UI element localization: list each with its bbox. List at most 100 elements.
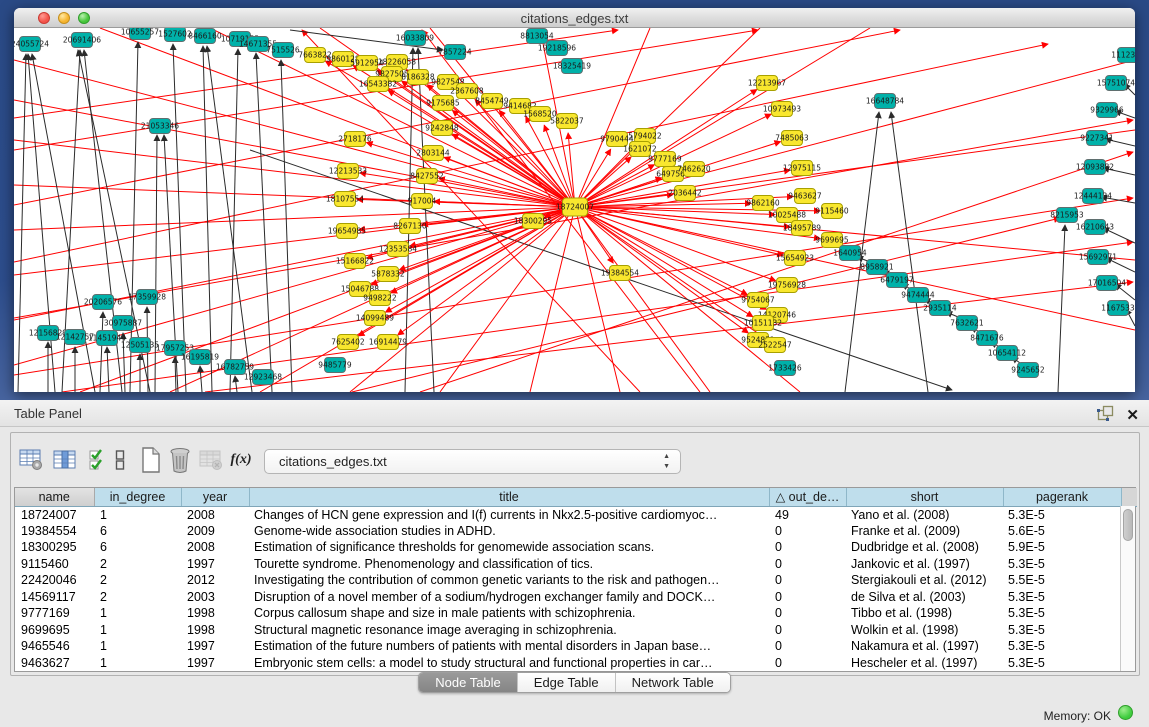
- graph-node-label: 1733426: [768, 364, 802, 373]
- graph-node-label: 9329966: [1090, 106, 1124, 115]
- graph-node-label: 24055724: [14, 40, 49, 49]
- graph-node-label: 8427552: [410, 172, 444, 181]
- function-builder-icon[interactable]: f(x): [227, 445, 255, 475]
- column-header-short[interactable]: short: [846, 488, 1003, 506]
- delete-column-icon[interactable]: [197, 445, 225, 475]
- column-header-in_degree[interactable]: in_degree: [94, 488, 181, 506]
- graph-node-label: 18226058: [378, 58, 416, 67]
- graph-node-label: 9754067: [741, 296, 775, 305]
- graph-edge-black[interactable]: [256, 53, 272, 392]
- new-table-icon[interactable]: [137, 445, 165, 475]
- graph-edge-black[interactable]: [100, 312, 103, 392]
- table-select-dropdown[interactable]: citations_edges.txt ▲▼: [264, 449, 681, 474]
- graph-node-label: 17359928: [128, 293, 166, 302]
- table-cell: 2009: [181, 523, 249, 540]
- graph-edge-red[interactable]: [575, 90, 757, 207]
- graph-edge-black[interactable]: [155, 135, 157, 392]
- graph-edge-black[interactable]: [281, 60, 292, 392]
- graph-node-label: 18107554: [326, 195, 364, 204]
- table-vertical-scrollbar[interactable]: [1120, 506, 1135, 671]
- column-header-title[interactable]: title: [249, 488, 769, 506]
- graph-node-label: 15166822: [336, 257, 374, 266]
- graph-edge-red[interactable]: [575, 207, 753, 317]
- graph-node-label: 20206576: [84, 298, 122, 307]
- graph-node-label: 9777169: [648, 155, 682, 164]
- float-panel-icon[interactable]: [1097, 405, 1114, 426]
- column-header-name[interactable]: name: [15, 488, 94, 506]
- table-row[interactable]: 1872400712008Changes of HCN gene express…: [15, 506, 1137, 523]
- node-table: namein_degreeyeartitle△ out_de…shortpage…: [14, 487, 1136, 672]
- table-row[interactable]: 911546021997Tourette syndrome. Phenomeno…: [15, 556, 1137, 573]
- table-row[interactable]: 969969511998Structural magnetic resonanc…: [15, 622, 1137, 639]
- network-view-canvas[interactable]: 9860128591295418226058982750516543382818…: [14, 28, 1135, 392]
- table-cell: 0: [769, 605, 846, 622]
- graph-node-label: 2718176: [338, 135, 372, 144]
- table-row[interactable]: 2242004622012Investigating the contribut…: [15, 572, 1137, 589]
- table-cell: 0: [769, 638, 846, 655]
- graph-edge-black[interactable]: [18, 54, 26, 392]
- graph-edge-black[interactable]: [203, 46, 212, 392]
- graph-node-label: 2935114: [923, 304, 957, 313]
- select-rows-icon[interactable]: [84, 445, 112, 475]
- table-cell: Tibbo et al. (1998): [846, 605, 1003, 622]
- graph-node-label: 12975115: [783, 164, 821, 173]
- select-column-icon[interactable]: [51, 445, 79, 475]
- graph-edge-red[interactable]: [360, 173, 575, 207]
- graph-node-label: 10973493: [763, 105, 801, 114]
- graph-edge-red[interactable]: [575, 207, 783, 255]
- column-header-pagerank[interactable]: pagerank: [1003, 488, 1121, 506]
- memory-status-indicator[interactable]: [1118, 705, 1133, 720]
- graph-node-label: 30975887: [104, 319, 142, 328]
- table-cell: Wolkin et al. (1998): [846, 622, 1003, 639]
- close-panel-icon[interactable]: ✕: [1126, 408, 1139, 423]
- graph-node-label: 9485779: [318, 361, 352, 370]
- table-cell: 1998: [181, 605, 249, 622]
- graph-node-label: 12213967: [748, 79, 786, 88]
- table-row[interactable]: 946362711997Embryonic stem cells: a mode…: [15, 655, 1137, 672]
- delete-table-icon[interactable]: [166, 445, 194, 475]
- graph-node-label: 5822037: [550, 117, 584, 126]
- table-cell: 0: [769, 589, 846, 606]
- graph-node-label: 9862160: [746, 199, 780, 208]
- graph-node-label: 12923468: [244, 373, 282, 382]
- graph-edge-red[interactable]: [366, 143, 575, 207]
- column-header-year[interactable]: year: [181, 488, 249, 506]
- table-panel-title: Table Panel: [14, 406, 82, 421]
- row-height-icon[interactable]: [112, 445, 128, 475]
- graph-node-label: 18495789: [783, 224, 821, 233]
- table-row[interactable]: 977716911998Corpus callosum shape and si…: [15, 605, 1137, 622]
- graph-edge-black[interactable]: [207, 46, 252, 392]
- graph-node-label: 917004: [408, 197, 437, 206]
- graph-node-label: 8958921: [860, 263, 894, 272]
- table-row[interactable]: 1830029562008Estimation of significance …: [15, 539, 1137, 556]
- table-cell: 9699695: [15, 622, 94, 639]
- graph-node-label: 1640954: [833, 249, 867, 258]
- column-header-out_de[interactable]: △ out_de…: [769, 488, 846, 506]
- graph-edge-red: [575, 28, 650, 207]
- graph-node-label: 15654923: [776, 254, 814, 263]
- table-settings-icon[interactable]: [17, 445, 45, 475]
- scrollbar-thumb[interactable]: [1123, 509, 1133, 541]
- network-graph: 9860128591295418226058982750516543382818…: [14, 28, 1135, 392]
- table-cell: 0: [769, 655, 846, 672]
- graph-edge-black[interactable]: [235, 376, 237, 392]
- table-row[interactable]: 946554611997Estimation of the future num…: [15, 638, 1137, 655]
- graph-edge-black[interactable]: [175, 357, 176, 392]
- graph-edge-black[interactable]: [1058, 225, 1065, 392]
- graph-node-label: 16195819: [181, 353, 219, 362]
- table-cell: 6: [94, 539, 181, 556]
- table-cell: 1998: [181, 622, 249, 639]
- table-cell: de Silva et al. (2003): [846, 589, 1003, 606]
- graph-edge-black[interactable]: [200, 366, 202, 392]
- graph-node-label: 8471676: [970, 334, 1004, 343]
- table-row[interactable]: 1938455462009Genome-wide association stu…: [15, 523, 1137, 540]
- window-titlebar[interactable]: citations_edges.txt: [14, 8, 1135, 28]
- table-cell: 1: [94, 655, 181, 672]
- table-row[interactable]: 1456911722003Disruption of a novel membe…: [15, 589, 1137, 606]
- graph-node-label: 9498222: [363, 294, 397, 303]
- graph-node-label: 12093882: [1076, 163, 1114, 172]
- table-panel: Table Panel ✕: [0, 400, 1149, 727]
- table-cell: 2008: [181, 506, 249, 523]
- table-cell: 5.5E-5: [1003, 572, 1121, 589]
- graph-edge-red: [575, 28, 870, 207]
